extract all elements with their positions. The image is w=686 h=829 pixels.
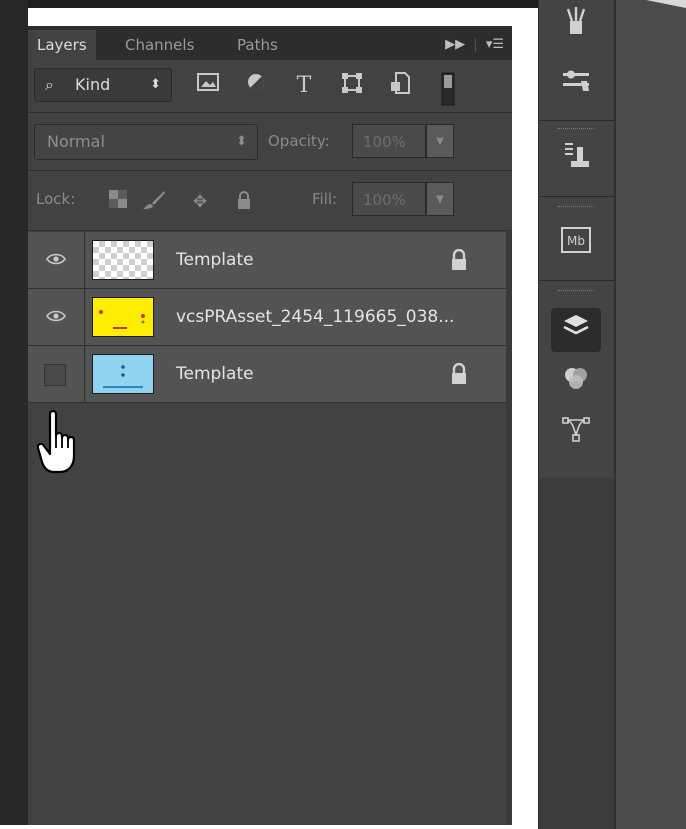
lock-position-icon[interactable]: ✥ (188, 190, 212, 214)
search-icon: ⌕ (45, 75, 54, 94)
collapse-panel-icon[interactable]: ▶▶ (445, 37, 465, 52)
dock-grip[interactable] (558, 206, 594, 209)
smart-object-filter-icon[interactable] (386, 72, 414, 100)
select-arrows-icon: ⬍ (236, 134, 247, 149)
tab-paths[interactable]: Paths (228, 30, 287, 60)
paths-icon[interactable] (551, 414, 601, 458)
layer-thumbnail (92, 354, 154, 394)
layers-panel: Layers Channels Paths ▶▶ | ▾☰ ⌕ Kind ⬍ T (28, 26, 512, 825)
dock-grip[interactable] (558, 290, 594, 293)
fill-input[interactable]: 100% (352, 182, 426, 216)
dock-divider (539, 120, 615, 121)
visibility-toggle[interactable] (28, 232, 85, 288)
fill-label: Fill: (312, 190, 338, 208)
lock-icon (450, 248, 472, 271)
mb-icon[interactable]: Mb (551, 224, 601, 268)
hand-cursor-icon (36, 408, 92, 478)
eye-icon[interactable] (44, 307, 68, 327)
eye-icon[interactable] (44, 250, 68, 270)
clone-source-icon[interactable] (551, 140, 601, 184)
dock-grip[interactable] (558, 128, 594, 131)
document-area (614, 0, 686, 829)
lock-transparent-pixels-icon[interactable] (106, 190, 130, 214)
blend-mode-select[interactable]: Normal ⬍ (34, 124, 258, 160)
type-filter-icon[interactable]: T (290, 72, 318, 100)
layer-name[interactable]: vcsPRAsset_2454_119665_038... (176, 289, 454, 345)
lock-icon (450, 362, 472, 385)
hidden-visibility-box[interactable] (44, 364, 66, 386)
opacity-input[interactable]: 100% (352, 124, 426, 158)
opacity-label: Opacity: (268, 132, 330, 150)
lock-image-pixels-icon[interactable] (142, 190, 166, 214)
layer-name[interactable]: Template (176, 346, 254, 402)
blend-mode-label: Normal (47, 132, 105, 151)
filter-toggle-icon[interactable] (434, 72, 462, 106)
shape-filter-icon[interactable] (338, 72, 366, 100)
lock-label: Lock: (36, 190, 76, 208)
tab-channels[interactable]: Channels (116, 30, 203, 60)
layer-row[interactable]: vcsPRAsset_2454_119665_038... (28, 289, 506, 346)
panel-menu-icon[interactable]: ▾☰ (486, 37, 504, 52)
fill-dropdown-icon[interactable]: ▼ (426, 182, 454, 216)
dock-divider (539, 280, 615, 281)
visibility-toggle[interactable] (28, 289, 85, 345)
layers-icon[interactable] (551, 308, 601, 352)
app-frame: Layers Channels Paths ▶▶ | ▾☰ ⌕ Kind ⬍ T (0, 0, 686, 829)
panel-tab-bar: Layers Channels Paths ▶▶ | ▾☰ (28, 26, 512, 60)
kind-filter-select[interactable]: ⌕ Kind ⬍ (34, 68, 172, 102)
divider (28, 170, 512, 171)
tab-layers[interactable]: Layers (28, 30, 96, 60)
layer-row[interactable]: Template (28, 346, 506, 403)
svg-text:Mb: Mb (567, 234, 585, 248)
select-arrows-icon: ⬍ (150, 77, 161, 92)
layer-row[interactable]: Template (28, 232, 506, 289)
layers-scrollbar[interactable] (506, 230, 512, 825)
image-filter-icon[interactable] (194, 72, 222, 100)
channels-icon[interactable] (551, 362, 601, 406)
divider (28, 230, 512, 231)
left-gutter (0, 0, 28, 825)
layer-name[interactable]: Template (176, 232, 254, 288)
kind-label: Kind (75, 75, 111, 94)
lock-all-icon[interactable] (232, 190, 256, 214)
layer-thumbnail (92, 297, 154, 337)
divider (28, 112, 512, 113)
panel-menu-controls: ▶▶ | ▾☰ (445, 37, 504, 52)
document-corner-icon (646, 0, 686, 8)
adjustment-filter-icon[interactable] (242, 72, 270, 100)
layer-thumbnail (92, 240, 154, 280)
panel-dock-icons: Mb (538, 0, 615, 478)
adjustment-sliders-icon[interactable] (551, 64, 601, 108)
dock-divider (539, 196, 615, 197)
brush-presets-icon[interactable] (551, 6, 601, 50)
visibility-toggle[interactable] (28, 346, 85, 402)
opacity-dropdown-icon[interactable]: ▼ (426, 124, 454, 158)
